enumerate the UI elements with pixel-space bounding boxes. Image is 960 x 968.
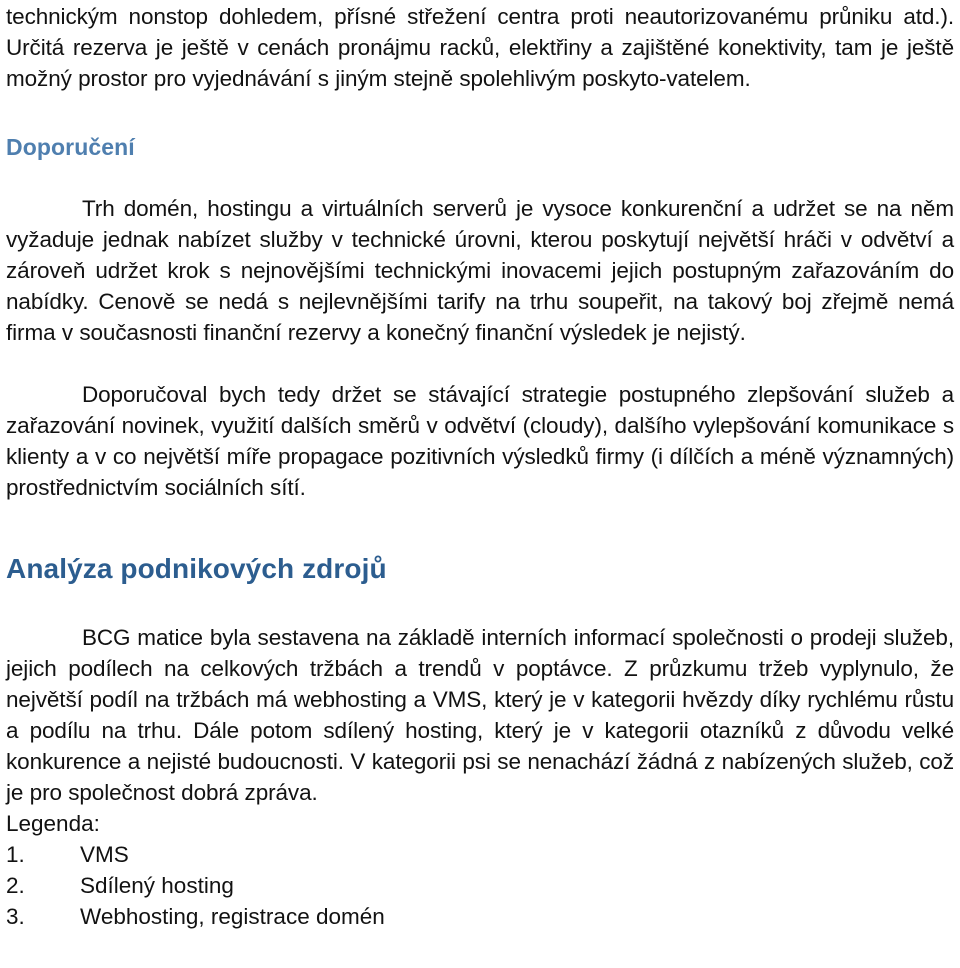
legend-title: Legenda: — [6, 811, 100, 836]
continuation-paragraph: technickým nonstop dohledem, přísné stře… — [6, 4, 954, 91]
spacer-between-recommendation-paragraphs — [6, 348, 954, 379]
legend-item-number: 3. — [6, 904, 25, 929]
list-item: 3. Webhosting, registrace domén — [6, 901, 954, 932]
spacer-after-heading-doporuceni — [6, 162, 954, 193]
spacer-after-continuation — [6, 94, 954, 132]
spacer-after-heading-analyza — [6, 586, 954, 622]
legend-item-number: 2. — [6, 873, 25, 898]
list-item: 2. Sdílený hosting — [6, 870, 954, 901]
legend-item-label: Sdílený hosting — [80, 873, 234, 898]
heading-analyza-podnikovych-zdroju: Analýza podnikových zdrojů — [6, 553, 387, 584]
document-page: technickým nonstop dohledem, přísné stře… — [0, 0, 960, 968]
heading-doporuceni: Doporučení — [6, 134, 135, 160]
analysis-paragraph-1: BCG matice byla sestavena na základě int… — [6, 625, 954, 805]
spacer-before-heading-analyza — [6, 503, 954, 552]
legend-item-number: 1. — [6, 842, 25, 867]
legend-list: 1. VMS 2. Sdílený hosting 3. Webhosting,… — [6, 839, 954, 932]
list-item: 1. VMS — [6, 839, 954, 870]
legend-item-label: VMS — [80, 842, 129, 867]
legend-item-label: Webhosting, registrace domén — [80, 904, 385, 929]
recommendation-paragraph-1: Trh domén, hostingu a virtuálních server… — [6, 196, 954, 345]
recommendation-paragraph-2: Doporučoval bych tedy držet se stávající… — [6, 382, 954, 500]
